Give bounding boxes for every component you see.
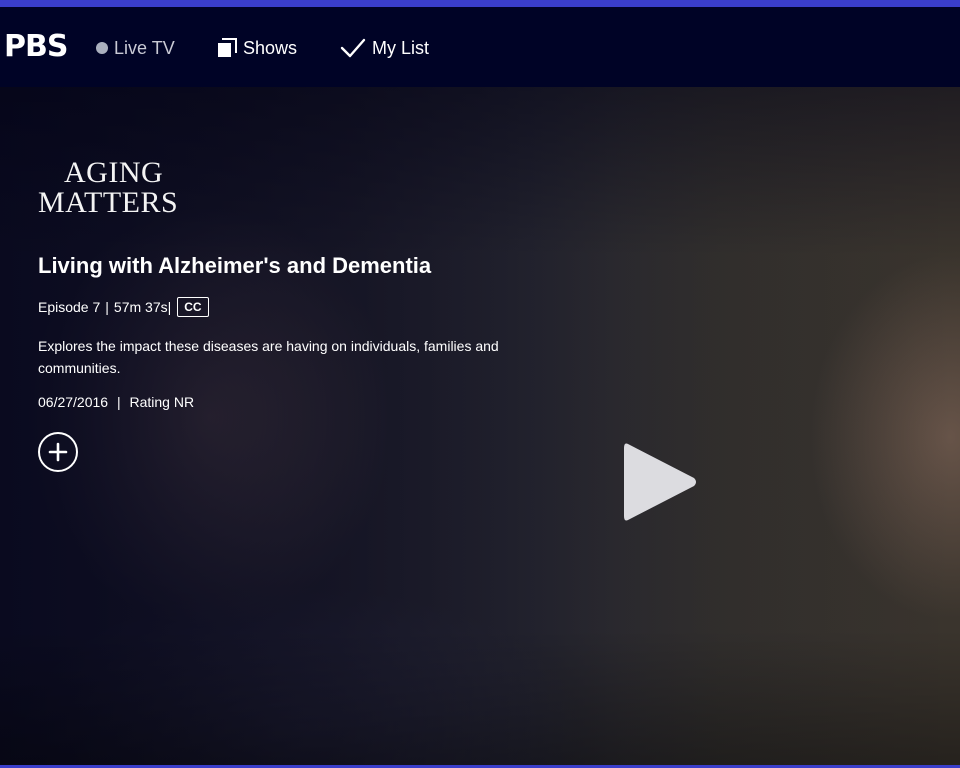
- live-dot-icon: [96, 42, 108, 54]
- nav-my-list[interactable]: My List: [340, 34, 429, 62]
- nav-shows-label: Shows: [243, 38, 298, 58]
- nav-live-tv-label: Live TV: [114, 38, 175, 58]
- meta-separator: |: [105, 299, 109, 315]
- plus-icon: [48, 442, 68, 462]
- air-date: 06/27/2016: [38, 394, 109, 410]
- show-logo[interactable]: AGING MATTERS: [38, 158, 238, 218]
- top-nav: PBS Live TV Shows My List: [0, 7, 960, 87]
- episode-title: Living with Alzheimer's and Dementia: [38, 253, 432, 278]
- show-logo-line-1: AGING: [64, 156, 164, 189]
- cc-badge: CC: [177, 297, 209, 317]
- top-accent-bar: [0, 0, 960, 7]
- nav-shows[interactable]: Shows: [217, 34, 297, 62]
- nav-live-tv[interactable]: Live TV: [96, 34, 175, 62]
- shows-icon: [218, 38, 237, 57]
- pbs-logo[interactable]: PBS: [4, 27, 68, 67]
- rating: Rating NR: [129, 394, 195, 410]
- episode-duration: 57m 37s: [113, 299, 168, 315]
- episode-number: Episode 7: [38, 299, 101, 315]
- check-icon: [340, 38, 366, 58]
- nav-my-list-label: My List: [372, 38, 430, 58]
- episode-date-rating: 06/27/2016 | Rating NR: [38, 394, 194, 410]
- meta-separator: |: [167, 299, 172, 315]
- meta-separator: |: [116, 394, 121, 410]
- episode-description: Explores the impact these diseases are h…: [38, 338, 499, 376]
- episode-meta: Episode 7 | 57m 37s | CC: [38, 296, 209, 318]
- show-logo-line-2: MATTERS: [38, 186, 179, 219]
- add-to-my-list-button[interactable]: [38, 432, 78, 472]
- play-button[interactable]: [622, 440, 698, 524]
- play-icon: [624, 443, 696, 521]
